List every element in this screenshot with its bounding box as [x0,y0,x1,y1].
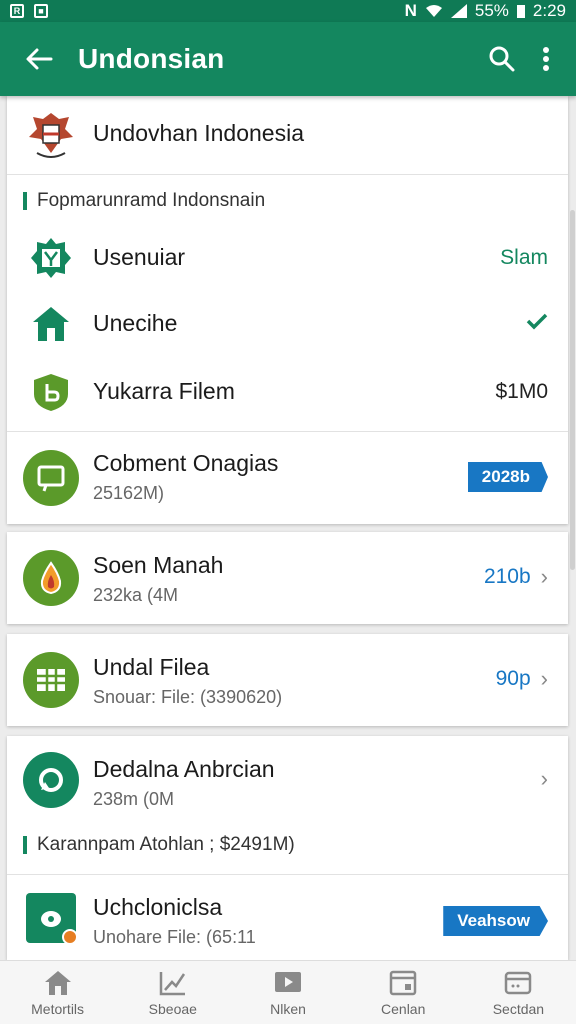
house-icon [33,307,69,341]
home-icon [44,970,71,995]
item-subtitle: 25162M) [93,483,165,503]
card-soen-manah[interactable]: Soen Manah 232ka (4M 210b › [7,532,568,624]
page-title: Undonsian [78,43,225,74]
list-item-unecihe[interactable]: Unecihe [7,294,568,354]
item-value: $1M0 [495,380,548,403]
battery-icon [516,5,525,18]
app-bar: Undonsian [0,22,576,96]
search-icon[interactable] [488,45,516,73]
section-accent-bar [23,836,27,854]
main-card: Undovhan Indonesia Fopmarunramd Indonsna… [7,96,568,524]
item-title: Cobment Onagias [93,450,279,476]
notification-r-icon: R [10,4,24,18]
item-title: Undal Filea [93,654,210,680]
nav-label: Metortils [31,1000,85,1017]
nav-item-sectdan[interactable]: Sectdan [461,961,576,1024]
wifi-icon [425,5,442,17]
list-item-undal-filea[interactable]: Undal Filea Snouar: File: (3390620) 90p … [7,634,568,726]
shield-icon [34,374,68,411]
section-label: Karannpam Atohlan ; $2491M) [37,834,295,855]
check-icon [526,313,548,330]
badge-dot [62,929,78,945]
back-button[interactable] [0,47,78,71]
item-subtitle: 238m (0M [93,789,175,809]
item-subtitle: Snouar: File: (3390620) [93,687,283,707]
signal-icon [450,4,467,18]
list-item-uchcloniclsa[interactable]: Uchcloniclsa Unohare File: (65:11 Veahso… [7,876,568,960]
item-title: Uchcloniclsa [93,894,223,920]
nav-item-cenlan[interactable]: Cenlan [346,961,461,1024]
card-undal-filea[interactable]: Undal Filea Snouar: File: (3390620) 90p … [7,634,568,726]
item-label: Yukarra Filem [93,378,235,404]
divider [7,174,568,175]
list-item-yukarra-filem[interactable]: Yukarra Filem $1M0 [7,362,568,422]
item-value: 90p [495,667,531,690]
status-badge[interactable]: Veahsow [443,906,548,936]
chevron-right-icon: › [540,564,548,589]
scrollbar[interactable] [570,210,575,570]
section-header: Karannpam Atohlan ; $2491M) [23,834,295,856]
coat-of-arms-icon [29,113,73,158]
play-icon [275,971,301,992]
status-badge[interactable]: 2028b [467,462,548,492]
nav-item-metortils[interactable]: Metortils [0,961,115,1024]
card-icon [389,970,417,995]
gear-map-icon [31,238,71,278]
nav-label: Sectdan [492,1000,545,1017]
nav-item-sbeoae[interactable]: Sbeoae [115,961,230,1024]
nav-label: Cenlan [381,1000,426,1017]
nav-item-nlken[interactable]: Nlken [230,961,345,1024]
header-title: Undovhan Indonesia [93,120,304,146]
nfc-icon: N [404,1,417,20]
list-item-soen-manah[interactable]: Soen Manah 232ka (4M 210b › [7,532,568,624]
card-dedalna: Dedalna Anbrcian 238m (0M › Karannpam At… [7,736,568,960]
item-title: Dedalna Anbrcian [93,756,275,782]
section-header: Fopmarunramd Indonsnain [23,190,265,212]
item-subtitle: Unohare File: (65:11 [93,927,256,947]
item-label: Unecihe [93,310,178,336]
item-title: Soen Manah [93,552,224,578]
list-item-usenuiar[interactable]: Usenuiar Slam [7,228,568,288]
notification-image-icon: ■ [34,4,48,18]
clock: 2:29 [532,1,566,20]
header-row[interactable]: Undovhan Indonesia [7,96,568,174]
spreadsheet-icon [23,652,79,708]
chevron-right-icon: › [540,766,548,791]
wallet-icon [505,971,532,994]
item-label: Usenuiar [93,244,186,270]
item-subtitle: 232ka (4M [93,585,179,605]
divider [7,874,568,875]
item-value: 210b [483,565,531,588]
nav-label: Sbeoae [148,1000,197,1017]
nav-label: Nlken [270,1000,306,1017]
chevron-right-icon: › [540,666,548,691]
more-vert-icon[interactable] [542,46,550,72]
list-item-dedalna-anbrcian[interactable]: Dedalna Anbrcian 238m (0M › [7,736,568,828]
arrow-left-icon [26,48,53,70]
section-accent-bar [23,192,27,210]
status-bar: R ■ N 55% 2:29 [0,0,576,22]
list-item-cobment-onagias[interactable]: Cobment Onagias 25162M) 2028b [7,432,568,524]
bottom-nav: Metortils Sbeoae Nlken Cenlan Sectdan [0,960,576,1024]
chat-icon [23,450,79,506]
app-tile-icon [26,893,78,945]
section-label: Fopmarunramd Indonsnain [37,190,266,211]
flame-icon [23,550,79,606]
chart-icon [159,971,185,995]
item-value: Slam [500,246,548,269]
battery-text: 55% [474,1,509,20]
refresh-icon [23,752,79,808]
